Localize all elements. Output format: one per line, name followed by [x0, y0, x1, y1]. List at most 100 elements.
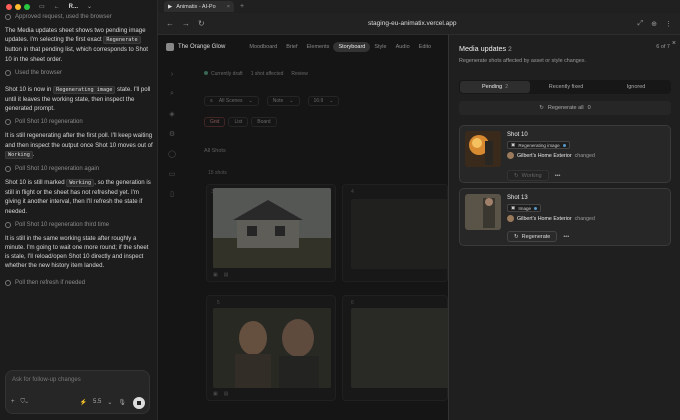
- panel-title-text: Media updates: [459, 44, 507, 53]
- regenerate-button[interactable]: ↻ Regenerate: [507, 231, 558, 242]
- panel-pager: 6 of 7: [656, 44, 670, 50]
- update-card-shot-13[interactable]: Shot 13 ▣ Image Gilbert's Home Exterior ch…: [459, 188, 671, 246]
- shot-card[interactable]: 5 ▣ ▤: [206, 295, 336, 401]
- new-tab-icon[interactable]: +: [240, 3, 244, 10]
- zoom-window-button[interactable]: [24, 3, 30, 10]
- working-button[interactable]: ↻ Working: [507, 170, 549, 181]
- chevron-down-icon[interactable]: ⌄: [87, 3, 92, 10]
- step-poll-refresh[interactable]: Poll then refresh if needed: [5, 279, 153, 286]
- shot-card[interactable]: 4: [342, 184, 449, 282]
- step-poll-3[interactable]: Poll Shot 10 regeneration third time: [5, 221, 153, 228]
- message-5: It is still in the same working state af…: [5, 234, 149, 270]
- tab-label: Recently fixed: [548, 84, 584, 90]
- forward-icon[interactable]: →: [182, 19, 190, 28]
- gear-icon[interactable]: ⚙: [169, 130, 175, 138]
- step-approved[interactable]: Approved request, used the browser: [5, 14, 153, 20]
- add-icon[interactable]: +: [11, 399, 15, 405]
- scene-filter[interactable]: ≡ All Scenes ⌄: [204, 96, 259, 106]
- nav-tab-style[interactable]: Style: [374, 44, 386, 50]
- image-icon[interactable]: ▣: [213, 272, 218, 279]
- nav-tab-elements[interactable]: Elements: [307, 44, 330, 50]
- chevron-down-icon[interactable]: ⌄: [107, 399, 112, 406]
- close-window-button[interactable]: [6, 3, 12, 10]
- shot-number: 5: [217, 300, 220, 306]
- shot-card[interactable]: 6: [342, 295, 449, 401]
- more-icon[interactable]: •••: [555, 173, 561, 179]
- inline-code: Working: [66, 179, 95, 188]
- back-icon[interactable]: ←: [166, 19, 174, 28]
- chat-title: R...: [68, 3, 79, 10]
- chevron-right-icon[interactable]: ›: [171, 71, 173, 78]
- ratio-filter[interactable]: 16:9 ⌄: [307, 96, 340, 106]
- doc-icon[interactable]: ▯: [170, 190, 174, 198]
- user-icon[interactable]: ◯: [168, 150, 176, 158]
- tab-ignored[interactable]: Ignored: [601, 80, 671, 94]
- inline-code: Regenerate: [103, 36, 141, 45]
- card-toolbar: ▣ ▤: [213, 272, 329, 279]
- note-filter[interactable]: Note ⌄: [266, 96, 300, 106]
- close-icon[interactable]: ×: [672, 40, 676, 47]
- msg-text: Shot 10 is now in: [5, 85, 52, 93]
- project-brand[interactable]: The Orange Glow: [166, 43, 225, 51]
- view-grid[interactable]: Grid: [204, 117, 226, 127]
- house-image: [213, 188, 331, 268]
- back-icon[interactable]: ←: [54, 4, 60, 10]
- extensions-icon[interactable]: ⊕: [651, 20, 657, 28]
- step-poll-2[interactable]: Poll Shot 10 regeneration again: [5, 166, 153, 173]
- expand-icon[interactable]: ⤢: [638, 20, 644, 28]
- step-used-browser[interactable]: Used the browser: [5, 69, 153, 76]
- nav-tab-edito[interactable]: Edito: [419, 44, 432, 50]
- step-poll-1[interactable]: Poll Shot 10 regeneration: [5, 119, 153, 126]
- minimize-window-button[interactable]: [15, 3, 21, 10]
- browser-tab[interactable]: ▶ Animatix - AI-Po ×: [164, 1, 234, 12]
- composer[interactable]: Ask for follow-up changes + ⛉⌄ ⚡ 5.5 ⌄ 🎙: [5, 370, 150, 414]
- review-link[interactable]: Review: [291, 71, 307, 77]
- sidebar-toggle-icon[interactable]: ▭: [39, 3, 45, 10]
- film-icon[interactable]: ▤: [224, 391, 229, 398]
- film-icon[interactable]: ▤: [224, 272, 229, 279]
- browser-actions: ⤢ ⊕ ⋮: [638, 20, 672, 28]
- view-board[interactable]: Board: [251, 117, 277, 127]
- msg-text: It is still regenerating after the first…: [5, 132, 153, 149]
- browser-window: ▶ Animatix - AI-Po × + ← → ↻ staging-eu-…: [158, 0, 680, 420]
- nav-tab-moodboard[interactable]: Moodboard: [249, 44, 277, 50]
- tab-recently-fixed[interactable]: Recently fixed: [531, 80, 601, 94]
- more-icon[interactable]: •••: [563, 234, 569, 240]
- close-tab-icon[interactable]: ×: [227, 4, 230, 10]
- filter-label: All Scenes: [218, 98, 243, 104]
- shot-image: [213, 308, 331, 388]
- reload-icon[interactable]: ↻: [198, 19, 205, 28]
- more-icon[interactable]: ⋮: [665, 20, 672, 28]
- url-field[interactable]: staging-eu-animatix.vercel.app: [368, 20, 457, 27]
- filter-row: ≡ All Scenes ⌄ Note ⌄ 16:9 ⌄: [204, 96, 340, 106]
- fire-house-image: [465, 131, 501, 167]
- tab-pending[interactable]: Pending 2: [460, 81, 530, 93]
- image-icon[interactable]: ▣: [213, 391, 218, 398]
- status-label: Currently draft: [211, 71, 243, 77]
- model-icon[interactable]: ⚡: [80, 399, 87, 406]
- nav-tab-storyboard[interactable]: Storyboard: [333, 42, 371, 52]
- image-icon: ▣: [511, 205, 516, 210]
- regenerate-all-button[interactable]: ↻ Regenerate all 0: [459, 101, 671, 115]
- stop-button[interactable]: [133, 397, 145, 409]
- view-list[interactable]: List: [228, 117, 249, 127]
- model-selector[interactable]: 5.5: [93, 399, 101, 405]
- globe-icon: [5, 14, 11, 20]
- shot-thumbnail: [465, 131, 501, 167]
- nav-tab-audio[interactable]: Audio: [396, 44, 410, 50]
- nav-tab-brief[interactable]: Brief: [286, 44, 297, 50]
- step-label: Poll then refresh if needed: [15, 279, 86, 286]
- shot-image: [351, 199, 449, 269]
- shot-card[interactable]: 3 ▣ ▤: [206, 184, 336, 282]
- panel-subtitle: Regenerate shots affected by asset or st…: [459, 58, 586, 64]
- tab-bar: ▶ Animatix - AI-Po × +: [158, 0, 680, 13]
- search-icon[interactable]: ⌕: [170, 90, 174, 98]
- composer-input[interactable]: Ask for follow-up changes: [12, 377, 81, 383]
- shield-icon[interactable]: ⛉⌄: [21, 399, 29, 406]
- layers-icon[interactable]: ◈: [169, 110, 174, 118]
- update-card-shot-10[interactable]: Shot 10 ▣ Regenerating image Gilbert's Ho…: [459, 125, 671, 183]
- globe-icon: [5, 69, 11, 76]
- folder-icon[interactable]: ▭: [169, 170, 176, 178]
- mic-icon[interactable]: 🎙: [118, 399, 126, 406]
- section-title: All Shots: [204, 148, 226, 154]
